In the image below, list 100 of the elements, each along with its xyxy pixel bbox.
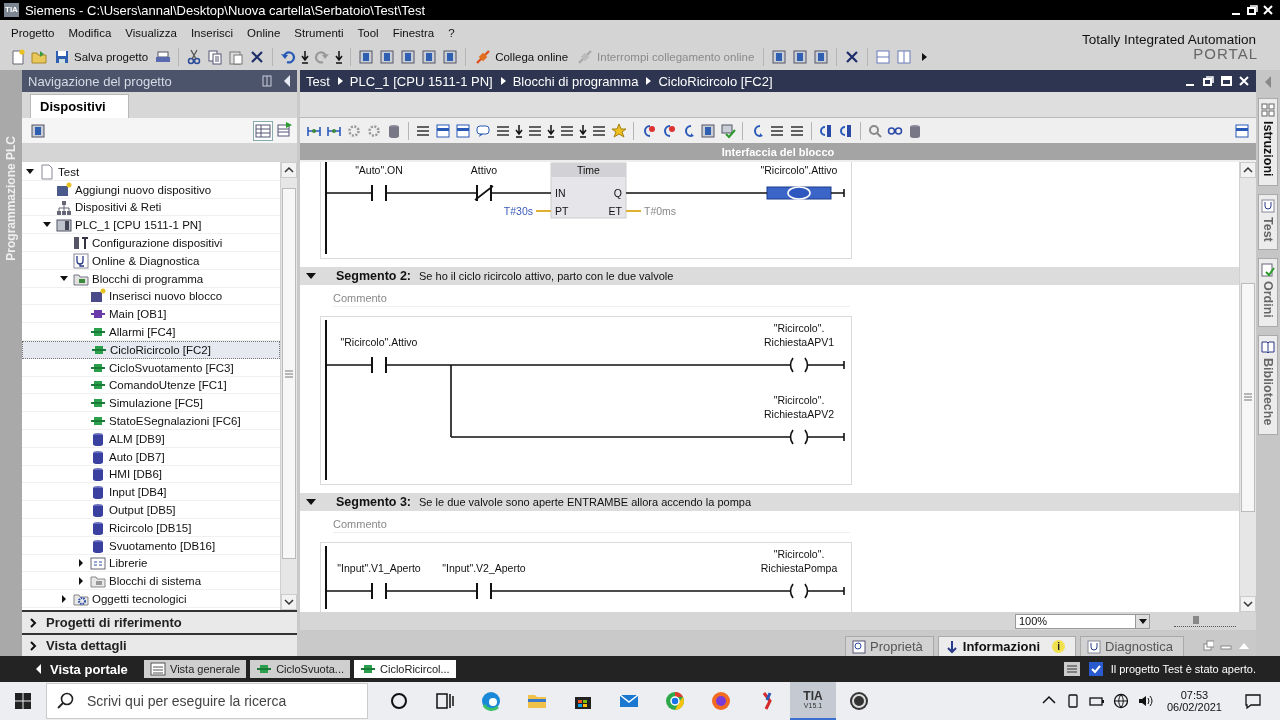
coil-symbol[interactable] (789, 357, 809, 373)
close-icon[interactable] (1262, 4, 1274, 16)
device-icon[interactable] (30, 122, 46, 139)
tree-item[interactable]: Auto [DB7] (22, 447, 280, 466)
menu-item[interactable]: Strumenti (287, 26, 351, 39)
tree-item[interactable]: CicloSvuotamento [FC3] (22, 358, 280, 377)
new-document-icon[interactable] (10, 48, 26, 65)
toolbar-button[interactable]: Collega online (473, 48, 571, 65)
contact-symbol[interactable] (371, 184, 387, 202)
tree-item[interactable]: StatoESegnalazioni [FC6] (22, 412, 280, 430)
tree-item[interactable]: ComandoUtenze [FC1] (22, 376, 280, 395)
side-tab[interactable]: Istruzioni (1258, 98, 1278, 186)
restore-icon[interactable] (1202, 75, 1214, 87)
scissors-icon[interactable] (186, 48, 203, 65)
browser-icon[interactable] (710, 690, 732, 712)
section-header[interactable]: Vista dettagli (22, 633, 297, 656)
tree-item[interactable]: Dispositivi & Reti (22, 198, 280, 217)
tree-item[interactable]: Aggiungi nuovo dispositivo (22, 180, 280, 199)
coil-symbol[interactable] (789, 583, 809, 599)
printer-icon[interactable] (155, 48, 172, 65)
delete-icon[interactable] (249, 48, 266, 65)
tree-item[interactable]: Oggetti tecnologici (22, 590, 280, 608)
tree-item[interactable]: HMI [DB6] (22, 465, 280, 484)
tree-item[interactable]: Configurazione dispositivi (22, 234, 280, 252)
device-icon[interactable] (700, 122, 716, 139)
breadcrumb-item[interactable]: PLC_1 [CPU 1511-1 PN] (349, 73, 493, 89)
copy-icon[interactable] (207, 48, 224, 65)
contact-symbol[interactable] (371, 582, 387, 600)
record-icon[interactable] (848, 690, 870, 712)
maximize-icon[interactable] (1220, 75, 1232, 87)
tree-item[interactable]: PLC_1 [CPU 1511-1 PN] (22, 216, 280, 235)
collapsed-arrow-icon[interactable] (59, 594, 69, 604)
menu-item[interactable]: Finestra (385, 26, 442, 39)
tree-item[interactable]: Main [OB1] (22, 305, 280, 324)
notification-icon[interactable] (1244, 692, 1262, 710)
zoom-slider[interactable] (1174, 615, 1236, 627)
coil-symbol[interactable] (789, 429, 809, 445)
side-tab[interactable]: Biblioteche (1258, 335, 1278, 435)
segment-header[interactable]: Segmento 2: Se ho il ciclo ricircolo attivo, parto con le due valvole (300, 267, 1239, 285)
download-arrow-icon[interactable] (335, 48, 344, 65)
scroll-down-icon[interactable] (284, 598, 294, 606)
collapsed-arrow-icon[interactable] (76, 558, 86, 569)
bar-icon[interactable] (818, 122, 834, 139)
undo-icon[interactable] (280, 48, 297, 65)
download-arrow-icon[interactable] (301, 48, 310, 65)
download-arrow-icon[interactable] (547, 122, 555, 139)
device-icon[interactable] (442, 48, 459, 65)
delete-icon[interactable] (844, 48, 861, 65)
expanded-arrow-icon[interactable] (306, 498, 316, 506)
device-icon[interactable] (400, 48, 417, 65)
start-icon[interactable] (15, 693, 31, 709)
breadcrumb-item[interactable]: Test (306, 73, 330, 89)
task-view-icon[interactable] (434, 690, 456, 712)
comment-field[interactable]: Commento (333, 515, 850, 533)
device-icon[interactable] (358, 48, 375, 65)
browser-icon[interactable] (664, 690, 686, 712)
tab[interactable]: Proprietà (845, 636, 934, 656)
download-arrow-icon[interactable] (515, 122, 523, 139)
search-field[interactable]: Scrivi qui per eseguire la ricerca (46, 683, 368, 719)
table-view-icon[interactable] (253, 120, 273, 141)
database-icon[interactable] (907, 122, 923, 139)
restore-icon[interactable] (1246, 4, 1258, 16)
zoom-field[interactable]: 100% (1015, 613, 1150, 629)
comment-icon[interactable] (475, 122, 491, 139)
menu-item[interactable]: Visualizza (118, 26, 184, 39)
tree-item[interactable]: Blocchi di sistema (22, 572, 280, 591)
menu-item[interactable]: Online (240, 26, 288, 39)
tab[interactable]: Dispositivi (30, 94, 129, 118)
scroll-up-icon[interactable] (284, 166, 294, 174)
database-icon[interactable] (386, 122, 402, 139)
table-arrow-icon[interactable] (277, 120, 293, 137)
tree-item[interactable]: Svuotamento [DB16] (22, 536, 280, 555)
globe-icon[interactable] (1112, 693, 1129, 709)
menu-item[interactable]: Inserisci (183, 26, 241, 39)
tree-item[interactable]: Ricircolo [DB15] (22, 518, 280, 537)
window-icon[interactable] (455, 122, 471, 139)
check-icon[interactable] (720, 122, 736, 139)
menu-item[interactable]: ? (441, 26, 462, 39)
portal-view-button[interactable]: Vista portale (0, 660, 140, 678)
browser-icon[interactable] (480, 690, 502, 712)
menu-item[interactable]: Modifica (61, 26, 119, 39)
pin-icon[interactable] (261, 74, 273, 88)
comment-field[interactable]: Commento (333, 289, 850, 307)
breadcrumb-item[interactable]: CicloRicircolo [FC2] (658, 73, 773, 89)
expanded-arrow-icon[interactable] (306, 272, 316, 280)
tree-item[interactable]: Blocchi di programma (22, 269, 280, 288)
contact-symbol[interactable] (476, 582, 492, 600)
device-icon[interactable] (379, 48, 396, 65)
search-icon[interactable] (867, 122, 883, 139)
tree-item[interactable]: Input [DB4] (22, 483, 280, 502)
editor-tab[interactable]: Vista generale (144, 660, 247, 678)
tree-item[interactable]: Inserisci nuovo blocco (22, 287, 280, 306)
tree-item[interactable]: Allarmi [FC4] (22, 323, 280, 341)
device-icon[interactable] (421, 48, 438, 65)
download-arrow-icon[interactable] (579, 122, 587, 139)
list-icon[interactable] (1062, 661, 1081, 677)
contact-symbol[interactable] (371, 356, 387, 374)
slider-thumb[interactable] (1192, 615, 1199, 624)
segment-header[interactable]: Segmento 3: Se le due valvole sono aperte ENTRAMBE allora accendo la pompa (300, 493, 1239, 511)
tree-item[interactable]: Test (22, 163, 280, 181)
